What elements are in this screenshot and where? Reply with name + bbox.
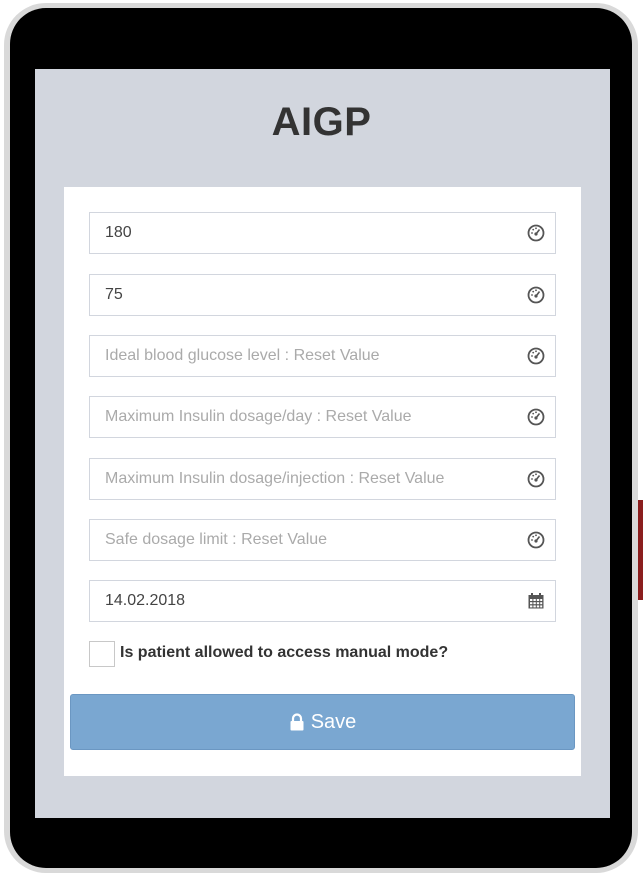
- ideal-glucose-field[interactable]: Ideal blood glucose level : Reset Value: [89, 335, 556, 377]
- field-placeholder: Maximum Insulin dosage/day : Reset Value: [105, 408, 412, 425]
- body-weight-field[interactable]: 75: [89, 274, 556, 316]
- page-title: AIGP: [271, 100, 372, 144]
- dashboard-icon: [527, 286, 545, 304]
- target-glucose-field[interactable]: 180: [89, 212, 556, 254]
- safe-dosage-limit-field[interactable]: Safe dosage limit : Reset Value: [89, 519, 556, 561]
- field-value: 75: [105, 286, 123, 303]
- max-insulin-injection-field[interactable]: Maximum Insulin dosage/injection : Reset…: [89, 458, 556, 500]
- field-placeholder: Maximum Insulin dosage/injection : Reset…: [105, 470, 445, 487]
- dashboard-icon: [527, 470, 545, 488]
- manual-mode-checkbox[interactable]: [89, 641, 115, 667]
- dashboard-icon: [527, 408, 545, 426]
- dashboard-icon: [527, 224, 545, 242]
- max-insulin-day-field[interactable]: Maximum Insulin dosage/day : Reset Value: [89, 396, 556, 438]
- field-value: 14.02.2018: [105, 592, 186, 609]
- field-value: 180: [105, 224, 132, 241]
- dashboard-icon: [527, 347, 545, 365]
- date-field[interactable]: 14.02.2018: [89, 580, 556, 622]
- manual-mode-label: Is patient allowed to access manual mode…: [120, 644, 449, 661]
- dashboard-icon: [527, 531, 545, 549]
- save-button-label: Save: [310, 710, 357, 733]
- calendar-icon: [528, 593, 544, 609]
- save-button[interactable]: Save: [70, 694, 575, 750]
- lock-icon: [290, 713, 304, 731]
- field-placeholder: Ideal blood glucose level : Reset Value: [105, 347, 380, 364]
- field-placeholder: Safe dosage limit : Reset Value: [105, 531, 328, 548]
